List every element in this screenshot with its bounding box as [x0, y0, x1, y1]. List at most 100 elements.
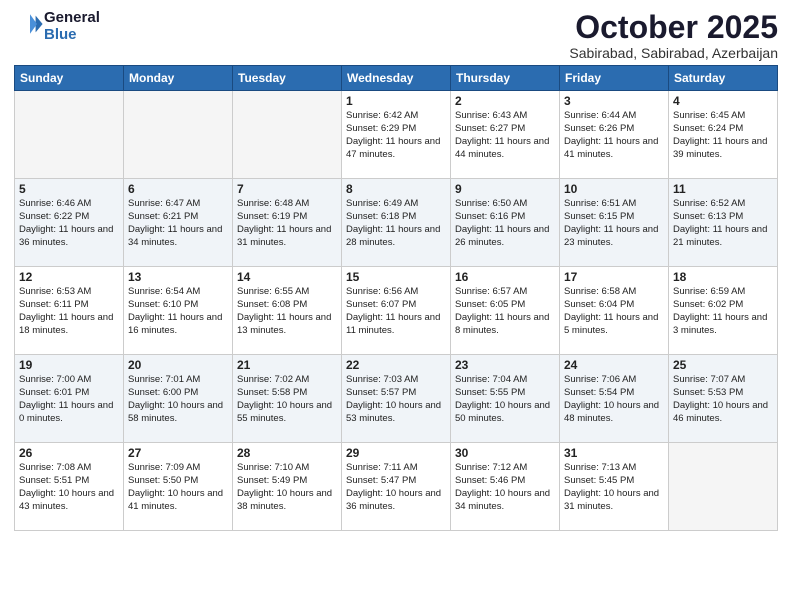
day-number: 15 — [346, 270, 446, 284]
calendar-week-row: 5 Sunrise: 6:46 AM Sunset: 6:22 PM Daylig… — [15, 179, 778, 267]
day-info: Sunrise: 6:59 AM Sunset: 6:02 PM Dayligh… — [673, 286, 773, 337]
day-info: Sunrise: 7:09 AM Sunset: 5:50 PM Dayligh… — [128, 462, 228, 513]
day-info: Sunrise: 6:52 AM Sunset: 6:13 PM Dayligh… — [673, 198, 773, 249]
day-number: 4 — [673, 94, 773, 108]
calendar-day-cell: 4Sunrise: 6:45 AM Sunset: 6:24 PM Daylig… — [669, 91, 778, 179]
day-info: Sunrise: 7:10 AM Sunset: 5:49 PM Dayligh… — [237, 462, 337, 513]
day-number: 20 — [128, 358, 228, 372]
calendar-week-row: 19Sunrise: 7:00 AM Sunset: 6:01 PM Dayli… — [15, 355, 778, 443]
day-info: Sunrise: 7:04 AM Sunset: 5:55 PM Dayligh… — [455, 374, 555, 425]
day-info: Sunrise: 6:46 AM Sunset: 6:22 PM Dayligh… — [19, 198, 119, 249]
calendar-day-cell: 24 Sunrise: 7:06 AM Sunset: 5:54 PM Dayli… — [560, 355, 669, 443]
calendar-day-cell: 21 Sunrise: 7:02 AM Sunset: 5:58 PM Dayli… — [233, 355, 342, 443]
calendar-day-cell: 19Sunrise: 7:00 AM Sunset: 6:01 PM Dayli… — [15, 355, 124, 443]
location-subtitle: Sabirabad, Sabirabad, Azerbaijan — [569, 45, 778, 61]
day-number: 7 — [237, 182, 337, 196]
calendar-day-cell — [233, 91, 342, 179]
day-info: Sunrise: 6:49 AM Sunset: 6:18 PM Dayligh… — [346, 198, 446, 249]
calendar-day-cell: 16 Sunrise: 6:57 AM Sunset: 6:05 PM Dayli… — [451, 267, 560, 355]
day-info: Sunrise: 7:08 AM Sunset: 5:51 PM Dayligh… — [19, 462, 119, 513]
calendar-day-cell: 2 Sunrise: 6:43 AM Sunset: 6:27 PM Daylig… — [451, 91, 560, 179]
day-number: 28 — [237, 446, 337, 460]
day-number: 25 — [673, 358, 773, 372]
page-container: General Blue October 2025 Sabirabad, Sab… — [0, 0, 792, 537]
day-number: 6 — [128, 182, 228, 196]
calendar-day-cell: 31Sunrise: 7:13 AM Sunset: 5:45 PM Dayli… — [560, 443, 669, 531]
logo-line1: General — [44, 10, 100, 27]
calendar-day-cell: 28 Sunrise: 7:10 AM Sunset: 5:49 PM Dayli… — [233, 443, 342, 531]
weekday-header-saturday: Saturday — [669, 66, 778, 91]
calendar-day-cell — [15, 91, 124, 179]
day-info: Sunrise: 6:55 AM Sunset: 6:08 PM Dayligh… — [237, 286, 337, 337]
calendar-day-cell: 7 Sunrise: 6:48 AM Sunset: 6:19 PM Daylig… — [233, 179, 342, 267]
day-number: 24 — [564, 358, 664, 372]
day-number: 17 — [564, 270, 664, 284]
weekday-header-thursday: Thursday — [451, 66, 560, 91]
day-number: 5 — [19, 182, 119, 196]
calendar-day-cell — [669, 443, 778, 531]
calendar-day-cell — [124, 91, 233, 179]
title-block: October 2025 Sabirabad, Sabirabad, Azerb… — [569, 10, 778, 61]
day-number: 18 — [673, 270, 773, 284]
day-number: 8 — [346, 182, 446, 196]
day-number: 9 — [455, 182, 555, 196]
logo-line2: Blue — [44, 27, 100, 44]
day-number: 16 — [455, 270, 555, 284]
day-number: 31 — [564, 446, 664, 460]
calendar-day-cell: 20 Sunrise: 7:01 AM Sunset: 6:00 PM Dayli… — [124, 355, 233, 443]
day-info: Sunrise: 6:48 AM Sunset: 6:19 PM Dayligh… — [237, 198, 337, 249]
calendar-day-cell: 6Sunrise: 6:47 AM Sunset: 6:21 PM Daylig… — [124, 179, 233, 267]
calendar-table: SundayMondayTuesdayWednesdayThursdayFrid… — [14, 65, 778, 531]
calendar-day-cell: 10Sunrise: 6:51 AM Sunset: 6:15 PM Dayli… — [560, 179, 669, 267]
calendar-week-row: 12Sunrise: 6:53 AM Sunset: 6:11 PM Dayli… — [15, 267, 778, 355]
day-number: 23 — [455, 358, 555, 372]
logo-icon — [16, 10, 44, 38]
weekday-header-monday: Monday — [124, 66, 233, 91]
calendar-week-row: 26 Sunrise: 7:08 AM Sunset: 5:51 PM Dayli… — [15, 443, 778, 531]
header: General Blue October 2025 Sabirabad, Sab… — [14, 10, 778, 61]
calendar-day-cell: 12Sunrise: 6:53 AM Sunset: 6:11 PM Dayli… — [15, 267, 124, 355]
calendar-day-cell: 22Sunrise: 7:03 AM Sunset: 5:57 PM Dayli… — [342, 355, 451, 443]
day-info: Sunrise: 7:03 AM Sunset: 5:57 PM Dayligh… — [346, 374, 446, 425]
day-info: Sunrise: 7:02 AM Sunset: 5:58 PM Dayligh… — [237, 374, 337, 425]
day-number: 26 — [19, 446, 119, 460]
day-info: Sunrise: 6:57 AM Sunset: 6:05 PM Dayligh… — [455, 286, 555, 337]
day-info: Sunrise: 6:42 AM Sunset: 6:29 PM Dayligh… — [346, 110, 446, 161]
day-number: 2 — [455, 94, 555, 108]
calendar-day-cell: 15 Sunrise: 6:56 AM Sunset: 6:07 PM Dayli… — [342, 267, 451, 355]
calendar-day-cell: 30Sunrise: 7:12 AM Sunset: 5:46 PM Dayli… — [451, 443, 560, 531]
calendar-day-cell: 9Sunrise: 6:50 AM Sunset: 6:16 PM Daylig… — [451, 179, 560, 267]
calendar-day-cell: 17 Sunrise: 6:58 AM Sunset: 6:04 PM Dayli… — [560, 267, 669, 355]
day-info: Sunrise: 7:12 AM Sunset: 5:46 PM Dayligh… — [455, 462, 555, 513]
calendar-day-cell: 26 Sunrise: 7:08 AM Sunset: 5:51 PM Dayli… — [15, 443, 124, 531]
day-info: Sunrise: 7:01 AM Sunset: 6:00 PM Dayligh… — [128, 374, 228, 425]
calendar-day-cell: 8 Sunrise: 6:49 AM Sunset: 6:18 PM Daylig… — [342, 179, 451, 267]
weekday-header-sunday: Sunday — [15, 66, 124, 91]
day-number: 13 — [128, 270, 228, 284]
day-info: Sunrise: 7:06 AM Sunset: 5:54 PM Dayligh… — [564, 374, 664, 425]
day-number: 21 — [237, 358, 337, 372]
calendar-day-cell: 11Sunrise: 6:52 AM Sunset: 6:13 PM Dayli… — [669, 179, 778, 267]
day-info: Sunrise: 6:43 AM Sunset: 6:27 PM Dayligh… — [455, 110, 555, 161]
day-info: Sunrise: 6:56 AM Sunset: 6:07 PM Dayligh… — [346, 286, 446, 337]
weekday-header-wednesday: Wednesday — [342, 66, 451, 91]
day-number: 3 — [564, 94, 664, 108]
day-number: 10 — [564, 182, 664, 196]
day-number: 14 — [237, 270, 337, 284]
calendar-day-cell: 23 Sunrise: 7:04 AM Sunset: 5:55 PM Dayli… — [451, 355, 560, 443]
calendar-day-cell: 13Sunrise: 6:54 AM Sunset: 6:10 PM Dayli… — [124, 267, 233, 355]
day-info: Sunrise: 6:58 AM Sunset: 6:04 PM Dayligh… — [564, 286, 664, 337]
day-number: 1 — [346, 94, 446, 108]
calendar-day-cell: 1 Sunrise: 6:42 AM Sunset: 6:29 PM Daylig… — [342, 91, 451, 179]
calendar-day-cell: 25Sunrise: 7:07 AM Sunset: 5:53 PM Dayli… — [669, 355, 778, 443]
day-info: Sunrise: 6:44 AM Sunset: 6:26 PM Dayligh… — [564, 110, 664, 161]
day-number: 12 — [19, 270, 119, 284]
day-info: Sunrise: 7:11 AM Sunset: 5:47 PM Dayligh… — [346, 462, 446, 513]
calendar-day-cell: 14 Sunrise: 6:55 AM Sunset: 6:08 PM Dayli… — [233, 267, 342, 355]
day-number: 19 — [19, 358, 119, 372]
month-title: October 2025 — [569, 10, 778, 45]
weekday-header-friday: Friday — [560, 66, 669, 91]
calendar-week-row: 1 Sunrise: 6:42 AM Sunset: 6:29 PM Daylig… — [15, 91, 778, 179]
calendar-day-cell: 5 Sunrise: 6:46 AM Sunset: 6:22 PM Daylig… — [15, 179, 124, 267]
calendar-day-cell: 27Sunrise: 7:09 AM Sunset: 5:50 PM Dayli… — [124, 443, 233, 531]
